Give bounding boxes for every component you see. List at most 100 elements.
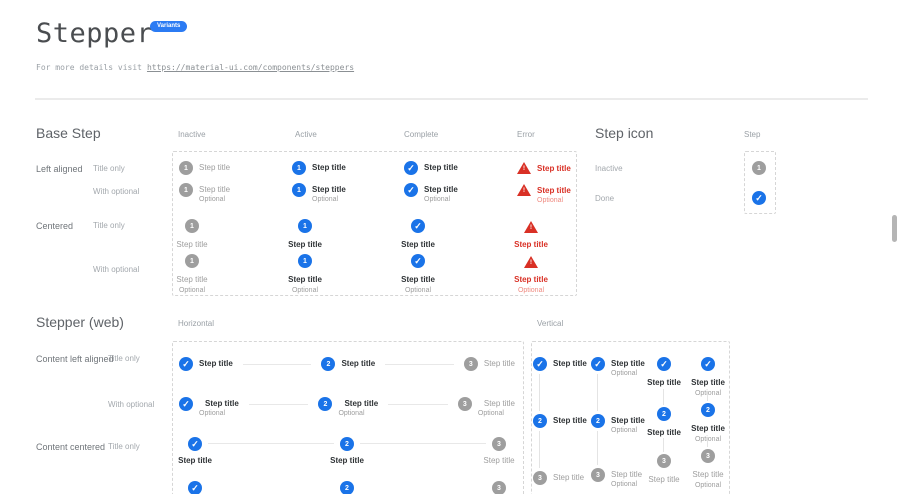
step-number-icon: 2 [340, 437, 354, 451]
step-title: Step title [288, 240, 322, 250]
step-error-optional: ! Step title Optional [517, 184, 571, 205]
step-complete-centered-optional: ✓ Step title Optional [378, 254, 458, 295]
step-title-centered: Step title [459, 456, 539, 466]
step-title: Step title [553, 471, 584, 485]
variant-label-title-only: Title only [93, 164, 125, 173]
step-title: Step title [483, 456, 514, 466]
step-title: Step title [176, 240, 207, 250]
step-complete: ✓ Step title [404, 161, 458, 175]
column-header-error: Error [517, 130, 535, 139]
row-label-content-centered: Content centered [36, 442, 105, 452]
step-number-icon: 3 [701, 449, 715, 463]
vstep: 3 Step title [533, 471, 584, 485]
step-title-centered: Step title [307, 456, 387, 466]
subtitle: For more details visit https://material-… [36, 63, 354, 72]
step-optional: Optional [405, 286, 431, 295]
check-icon: ✓ [404, 161, 418, 175]
step-connector [597, 374, 598, 411]
step-active: 2 [340, 437, 354, 451]
column-header-inactive: Inactive [178, 130, 206, 139]
step-inactive: 1 Step title [179, 161, 230, 175]
column-header-horizontal: Horizontal [178, 319, 214, 328]
step-title-centered: Step title [155, 456, 235, 466]
step-title: Step title [691, 378, 725, 388]
section-title-step-icon: Step icon [595, 125, 653, 141]
vstep-centered-optional: ✓ Step title Optional [668, 357, 748, 398]
step-complete-optional: ✓ Step title Optional [404, 183, 458, 204]
step-title: Step title [401, 240, 435, 250]
step-number-icon: 3 [492, 481, 506, 494]
step-title: Step title [692, 470, 723, 480]
vertical-scrollbar-thumb[interactable] [892, 215, 897, 242]
step-optional: Optional [179, 286, 205, 295]
step-error-centered-optional: ! Step title Optional [491, 256, 571, 295]
check-icon: ✓ [701, 357, 715, 371]
docs-link[interactable]: https://material-ui.com/components/stepp… [147, 63, 354, 72]
check-icon: ✓ [179, 397, 193, 411]
variant-label-title-only: Title only [108, 354, 140, 363]
step-connector [539, 431, 540, 468]
step-title: Step title [553, 357, 587, 371]
error-icon: ! [524, 256, 538, 268]
step-number-icon: 1 [179, 183, 193, 197]
step-number-icon: 2 [318, 397, 332, 411]
row-label-content-left-aligned: Content left aligned [36, 354, 114, 364]
step-active: 1 Step title [292, 161, 346, 175]
step-active: 2 [340, 481, 354, 494]
section-title-base-step: Base Step [36, 125, 101, 141]
column-header-vertical: Vertical [537, 319, 563, 328]
step-connector [663, 389, 664, 405]
step-number-icon: 1 [292, 183, 306, 197]
step-inactive: 3 [492, 481, 506, 494]
step-title: Step title [288, 275, 322, 285]
subtitle-text: For more details visit [36, 63, 142, 72]
step-connector [663, 438, 664, 452]
vstep: ✓ Step title [533, 357, 587, 371]
step-number-icon: 3 [492, 437, 506, 451]
check-icon: ✓ [188, 481, 202, 494]
step-optional: Optional [695, 481, 721, 490]
step-inactive-centered-optional: 1 Step title Optional [152, 254, 232, 295]
variants-badge: Variants [150, 21, 187, 32]
check-icon: ✓ [404, 183, 418, 197]
vstep-centered-optional: 2 Step title Optional [668, 403, 748, 444]
step-connector [360, 443, 486, 444]
step-title: Step title [537, 162, 571, 176]
check-icon: ✓ [411, 254, 425, 268]
step-title: Step title [484, 357, 515, 371]
step-title: Step title [553, 414, 587, 428]
step-icon-inactive: 1 [752, 161, 766, 175]
check-icon: ✓ [591, 357, 605, 371]
step-error: ! Step title [517, 162, 571, 176]
step-number-icon: 1 [179, 161, 193, 175]
step-number-icon: 1 [292, 161, 306, 175]
row-label-inactive: Inactive [595, 164, 623, 173]
vstep-centered-optional: 3 Step title Optional [668, 449, 748, 490]
row-label-done: Done [595, 194, 614, 203]
step-number-icon: 1 [298, 219, 312, 233]
step-connector [597, 431, 598, 465]
step-number-icon: 3 [533, 471, 547, 485]
step-title: Step title [401, 275, 435, 285]
step-number-icon: 1 [298, 254, 312, 268]
variant-label-title-only: Title only [108, 442, 140, 451]
step-connector [388, 404, 448, 405]
variant-label-title-only: Title only [93, 221, 125, 230]
check-icon: ✓ [752, 191, 766, 205]
step-complete: ✓ [188, 481, 202, 494]
row-label-centered: Centered [36, 221, 73, 231]
step-number-icon: 2 [533, 414, 547, 428]
step-number-icon: 3 [591, 468, 605, 482]
step-number-icon: 2 [340, 481, 354, 494]
check-icon: ✓ [533, 357, 547, 371]
step-complete: ✓ [188, 437, 202, 451]
step-active-centered-optional: 1 Step title Optional [265, 254, 345, 295]
horizontal-stepper-title-only: ✓ Step title 2 Step title 3 Step title [179, 357, 515, 371]
page-title: Stepper [36, 18, 153, 49]
header-divider [35, 98, 868, 100]
column-header-active: Active [295, 130, 317, 139]
step-number-icon: 3 [464, 357, 478, 371]
column-header-complete: Complete [404, 130, 438, 139]
step-inactive-centered: 1 Step title [152, 219, 232, 250]
check-icon: ✓ [188, 437, 202, 451]
